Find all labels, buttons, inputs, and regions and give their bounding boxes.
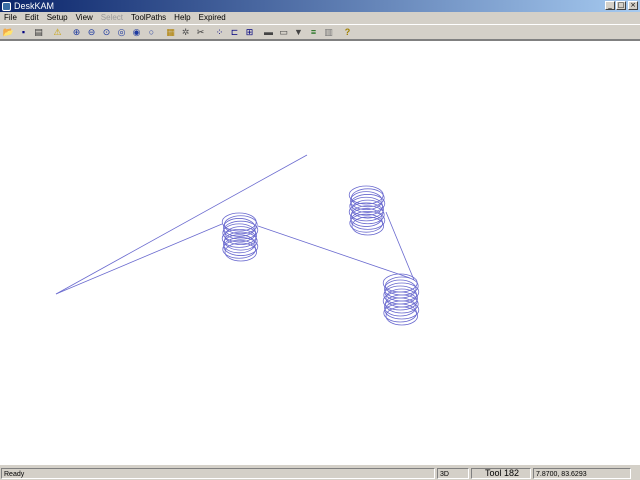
toolpath-viewport[interactable] <box>0 40 640 465</box>
status-tool: Tool 182 <box>471 467 531 479</box>
menu-bar: File Edit Setup View Select ToolPaths He… <box>0 12 640 23</box>
window-title: DeskKAM <box>14 1 55 11</box>
rapid-move-line <box>385 211 415 281</box>
list-icon[interactable]: ≡ <box>307 26 320 38</box>
help-icon[interactable]: ? <box>341 26 354 38</box>
menu-setup[interactable]: Setup <box>43 12 72 23</box>
zoom-out-icon[interactable]: ⊖ <box>85 26 98 38</box>
node-group-icon[interactable]: ⊞ <box>243 26 256 38</box>
menu-view[interactable]: View <box>72 12 97 23</box>
layers-icon[interactable]: ▦ <box>164 26 177 38</box>
status-view-mode: 3D <box>437 467 469 479</box>
rapid-move-line <box>257 225 411 279</box>
helix-toolpath-bottom-right <box>382 273 420 326</box>
menu-edit[interactable]: Edit <box>21 12 43 23</box>
warning-icon[interactable]: ⚠ <box>51 26 64 38</box>
menu-file[interactable]: File <box>0 12 21 23</box>
status-coordinates: 7.8700, 83.6293 <box>533 467 631 479</box>
menu-toolpaths[interactable]: ToolPaths <box>127 12 170 23</box>
machine-icon[interactable]: ▬ <box>262 26 275 38</box>
status-bar: Ready 3D Tool 182 7.8700, 83.6293 <box>0 466 640 480</box>
menu-help[interactable]: Help <box>170 12 194 23</box>
zoom-fit-icon[interactable]: ◎ <box>115 26 128 38</box>
zoom-in-icon[interactable]: ⊕ <box>70 26 83 38</box>
maximize-button[interactable]: □ <box>616 1 626 10</box>
machine-run-icon[interactable]: ▭ <box>277 26 290 38</box>
rapid-move-line <box>55 154 308 295</box>
zoom-all-icon[interactable]: ○ <box>145 26 158 38</box>
app-icon[interactable] <box>2 1 11 11</box>
window-controls: _ □ × <box>604 1 638 10</box>
toolbar: 📂 ▪ ▤ ⚠ ⊕ ⊖ ⊙ ◎ ◉ ○ ▦ ✲ ✂ ⁘ ⊏ ⊞ ▬ ▭ ▼ ≡ … <box>0 24 640 40</box>
zoom-window-icon[interactable]: ⊙ <box>100 26 113 38</box>
title-bar[interactable]: DeskKAM _ □ × <box>0 0 640 12</box>
menu-expired[interactable]: Expired <box>195 12 230 23</box>
save-icon[interactable]: ▪ <box>17 26 30 38</box>
node-select-icon[interactable]: ⁘ <box>213 26 226 38</box>
node-connect-icon[interactable]: ⊏ <box>228 26 241 38</box>
open-icon[interactable]: 📂 <box>2 26 15 38</box>
rapid-move-line <box>55 223 223 295</box>
toolpath-drawing <box>55 154 420 326</box>
grid-icon[interactable]: ▥ <box>322 26 335 38</box>
filter-icon[interactable]: ▼ <box>292 26 305 38</box>
zoom-previous-icon[interactable]: ◉ <box>130 26 143 38</box>
cut-icon[interactable]: ✂ <box>194 26 207 38</box>
settings-icon[interactable]: ✲ <box>179 26 192 38</box>
close-button[interactable]: × <box>628 1 638 10</box>
helix-toolpath-left <box>221 212 259 262</box>
deskkam-window: DeskKAM _ □ × File Edit Setup View Selec… <box>0 0 640 480</box>
print-icon[interactable]: ▤ <box>32 26 45 38</box>
helix-toolpath-top-right <box>348 185 386 236</box>
minimize-button[interactable]: _ <box>605 1 615 10</box>
menu-select[interactable]: Select <box>97 12 127 23</box>
status-message: Ready <box>1 467 435 479</box>
